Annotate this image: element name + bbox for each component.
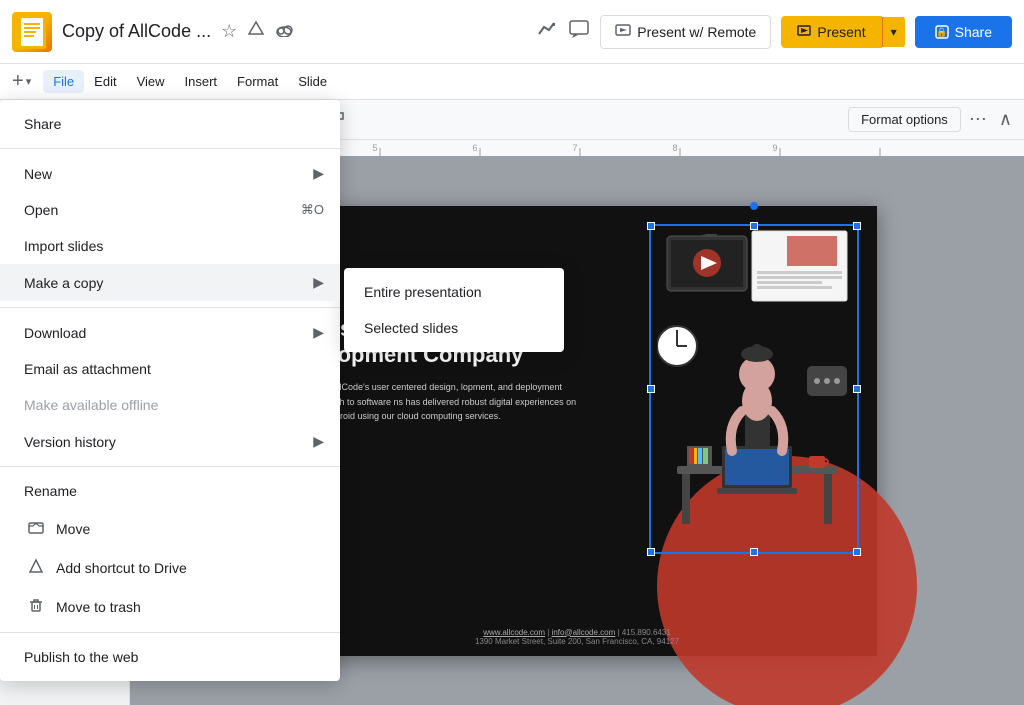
file-menu-move-icon [24, 519, 48, 538]
submenu-selected-slides[interactable]: Selected slides [344, 310, 564, 346]
file-menu-email-label: Email as attachment [24, 361, 324, 377]
submenu-selected-label: Selected slides [364, 320, 458, 336]
svg-text:9: 9 [772, 143, 777, 153]
doc-title: Copy of AllCode ... ☆ [62, 18, 536, 45]
file-menu-open-shortcut: ⌘O [301, 202, 324, 218]
add-slide-button[interactable]: + ▾ [8, 66, 35, 97]
menu-item-file[interactable]: File [43, 70, 84, 93]
file-menu-download-arrow: ▶ [313, 324, 324, 341]
menu-item-slide[interactable]: Slide [288, 70, 337, 93]
menu-item-insert[interactable]: Insert [175, 70, 228, 93]
top-right: Present w/ Remote Present ▾ 🔒 Share [536, 15, 1012, 49]
share-label: Share [955, 24, 992, 40]
present-label: Present [817, 24, 865, 40]
file-menu-new-label: New [24, 166, 313, 182]
file-menu-trash[interactable]: Move to trash [0, 587, 340, 626]
file-menu-version-history-label: Version history [24, 434, 313, 450]
file-menu-publish-label: Publish to the web [24, 649, 324, 665]
file-menu-open[interactable]: Open ⌘O [0, 192, 340, 228]
add-icon: + [12, 70, 24, 93]
doc-icons: ☆ [219, 18, 295, 45]
file-menu-open-label: Open [24, 202, 301, 218]
file-menu-make-copy[interactable]: Make a copy ▶ [0, 264, 340, 301]
file-menu-shortcut[interactable]: Add shortcut to Drive [0, 548, 340, 587]
file-menu-new-arrow: ▶ [313, 165, 324, 182]
share-button[interactable]: 🔒 Share [915, 16, 1012, 48]
file-menu-download-label: Download [24, 325, 313, 341]
file-menu-sep3 [0, 466, 340, 467]
file-menu-trash-icon [24, 597, 48, 616]
svg-text:🔒: 🔒 [936, 27, 947, 37]
app-icon [12, 12, 52, 52]
file-menu-download[interactable]: Download ▶ [0, 314, 340, 351]
format-options-label: Format options [861, 112, 948, 127]
file-menu-overlay: Share New ▶ Open ⌘O Import slides Make a… [0, 100, 564, 681]
file-menu-shortcut-icon [24, 558, 48, 577]
file-menu-make-copy-label: Make a copy [24, 275, 313, 291]
comment-button[interactable] [568, 18, 590, 46]
make-copy-submenu: Entire presentation Selected slides [344, 268, 564, 352]
submenu-entire-presentation[interactable]: Entire presentation [344, 274, 564, 310]
chart-button[interactable] [536, 18, 558, 45]
slide-illustration [657, 226, 857, 546]
file-menu-move[interactable]: Move [0, 509, 340, 548]
menu-item-format[interactable]: Format [227, 70, 288, 93]
file-menu-new[interactable]: New ▶ [0, 155, 340, 192]
present-remote-button[interactable]: Present w/ Remote [600, 15, 771, 49]
menu-bar: + ▾ File Edit View Insert Format Slide [0, 64, 1024, 100]
doc-title-text: Copy of AllCode ... [62, 21, 211, 42]
file-menu-offline-label: Make available offline [24, 397, 324, 413]
present-dropdown-button[interactable]: ▾ [882, 17, 905, 47]
file-menu-version-history-arrow: ▶ [313, 433, 324, 450]
add-controls: + ▾ [8, 66, 35, 97]
svg-text:7: 7 [572, 143, 577, 153]
file-menu-email[interactable]: Email as attachment [0, 351, 340, 387]
file-menu-make-copy-arrow: ▶ [313, 274, 324, 291]
file-menu-move-label: Move [56, 521, 324, 537]
file-menu-offline: Make available offline [0, 387, 340, 423]
toolbar-collapse-button[interactable]: ∧ [995, 105, 1016, 134]
add-dropdown-icon: ▾ [26, 75, 32, 88]
present-remote-label: Present w/ Remote [637, 24, 756, 40]
file-menu-sep4 [0, 632, 340, 633]
file-menu-rename-label: Rename [24, 483, 324, 499]
file-menu-import-label: Import slides [24, 238, 324, 254]
file-menu-share-label: Share [24, 116, 324, 132]
present-button-group: Present ▾ [781, 16, 904, 48]
star-icon[interactable]: ☆ [219, 18, 239, 45]
menu-item-edit[interactable]: Edit [84, 70, 126, 93]
file-menu-sep1 [0, 148, 340, 149]
menu-item-view[interactable]: View [127, 70, 175, 93]
doc-title-area: Copy of AllCode ... ☆ [62, 18, 536, 45]
file-menu-publish[interactable]: Publish to the web [0, 639, 340, 675]
top-bar: Copy of AllCode ... ☆ Present w/ Remote [0, 0, 1024, 64]
file-menu-import[interactable]: Import slides [0, 228, 340, 264]
submenu-entire-label: Entire presentation [364, 284, 482, 300]
svg-text:8: 8 [672, 143, 677, 153]
file-menu-share[interactable]: Share [0, 106, 340, 142]
present-main-button[interactable]: Present [781, 16, 881, 48]
file-menu-rename[interactable]: Rename [0, 473, 340, 509]
toolbar-more-button[interactable]: ⋯ [965, 105, 991, 134]
file-menu-version-history[interactable]: Version history ▶ [0, 423, 340, 460]
file-menu-shortcut-label: Add shortcut to Drive [56, 560, 324, 576]
file-menu: Share New ▶ Open ⌘O Import slides Make a… [0, 100, 340, 681]
drive-icon[interactable] [245, 18, 267, 45]
file-menu-sep2 [0, 307, 340, 308]
file-menu-trash-label: Move to trash [56, 599, 324, 615]
cloud-icon[interactable] [273, 18, 295, 45]
format-options-button[interactable]: Format options [848, 107, 961, 132]
